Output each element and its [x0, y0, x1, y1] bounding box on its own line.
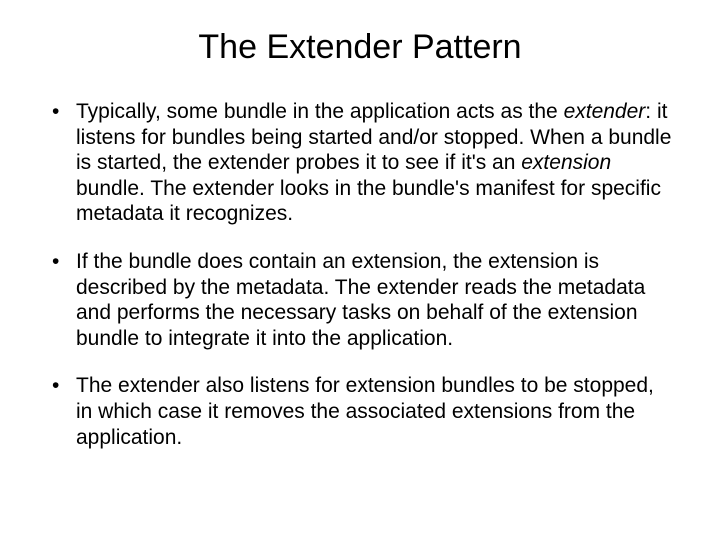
emphasis: extension	[521, 151, 611, 174]
list-item: The extender also listens for extension …	[48, 373, 672, 450]
text-run: If the bundle does contain an extension,…	[76, 250, 645, 350]
emphasis: extender	[564, 100, 646, 123]
page-title: The Extender Pattern	[48, 28, 672, 67]
slide: The Extender Pattern Typically, some bun…	[0, 0, 720, 540]
list-item: Typically, some bundle in the applicatio…	[48, 99, 672, 227]
list-item: If the bundle does contain an extension,…	[48, 249, 672, 351]
text-run: The extender also listens for extension …	[76, 374, 654, 448]
text-run: Typically, some bundle in the applicatio…	[76, 100, 564, 123]
text-run: bundle. The extender looks in the bundle…	[76, 177, 661, 226]
bullet-list: Typically, some bundle in the applicatio…	[48, 99, 672, 450]
